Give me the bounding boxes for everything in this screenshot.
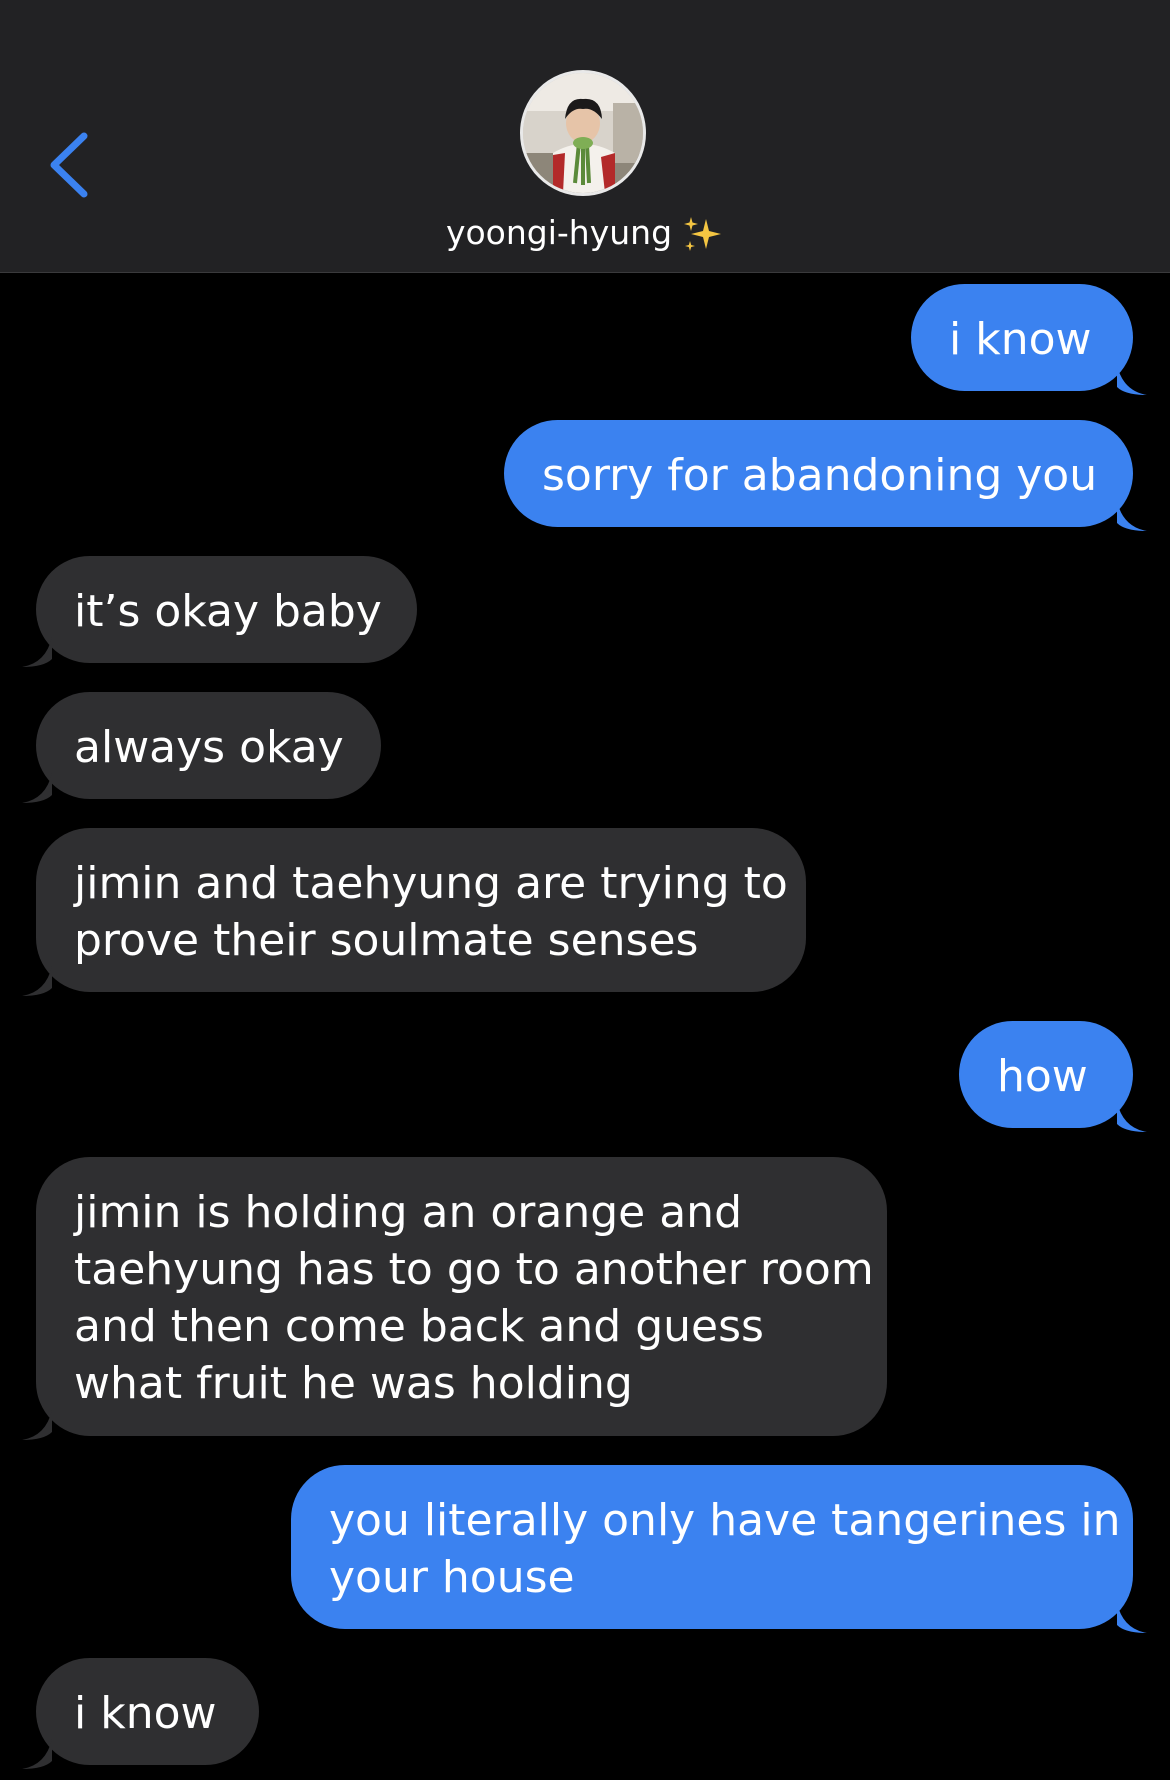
- contact-avatar[interactable]: [520, 70, 646, 196]
- message-bubble-outgoing[interactable]: i know: [911, 284, 1147, 395]
- message-bubble-incoming[interactable]: jimin is holding an orange and taehyung …: [22, 1157, 887, 1440]
- bubble-tail: [22, 637, 52, 667]
- message-text-line: and then come back and guess: [74, 1301, 764, 1352]
- bubble-tail: [1117, 365, 1147, 395]
- bubble-tail: [1117, 501, 1147, 531]
- bubble-tail: [1117, 1102, 1147, 1132]
- message-text-line: you literally only have tangerines in: [329, 1495, 1121, 1546]
- message-bubble-incoming[interactable]: always okay: [22, 692, 381, 803]
- message-text: i know: [949, 314, 1092, 365]
- message-bubble-outgoing[interactable]: sorry for abandoning you: [504, 420, 1147, 531]
- message-bubble-outgoing[interactable]: how: [959, 1021, 1147, 1132]
- message-text: how: [997, 1051, 1088, 1102]
- message-bubble-incoming[interactable]: it’s okay baby: [22, 556, 417, 667]
- message-text: i know: [74, 1688, 217, 1739]
- bubble-tail: [22, 966, 52, 996]
- message-text-line: taehyung has to go to another room: [74, 1244, 874, 1295]
- message-text-line: what fruit he was holding: [74, 1358, 633, 1409]
- message-text-line: your house: [329, 1552, 575, 1603]
- contact-name-row[interactable]: yoongi-hyung: [0, 208, 1170, 258]
- message-text: sorry for abandoning you: [542, 450, 1098, 501]
- avatar-photo-icon: [523, 73, 643, 193]
- bubble-tail: [22, 1739, 52, 1769]
- message-text-line: jimin and taehyung are trying to: [74, 858, 788, 909]
- conversation-header: yoongi-hyung: [0, 0, 1170, 273]
- bubble-tail: [22, 1410, 52, 1440]
- message-text-line: jimin is holding an orange and: [74, 1187, 742, 1238]
- chevron-left-icon[interactable]: [46, 130, 96, 200]
- message-bubble-incoming[interactable]: jimin and taehyung are trying to prove t…: [22, 828, 806, 996]
- bubble-tail: [1117, 1603, 1147, 1633]
- bubble-tail: [22, 773, 52, 803]
- sparkles-icon: [684, 216, 722, 251]
- message-bubble-outgoing[interactable]: you literally only have tangerines in yo…: [291, 1465, 1147, 1633]
- contact-name: yoongi-hyung: [445, 213, 673, 252]
- message-text: it’s okay baby: [74, 586, 382, 637]
- message-bubble-incoming[interactable]: i know: [22, 1658, 259, 1769]
- message-text: always okay: [74, 722, 344, 773]
- message-text-line: prove their soulmate senses: [74, 915, 699, 966]
